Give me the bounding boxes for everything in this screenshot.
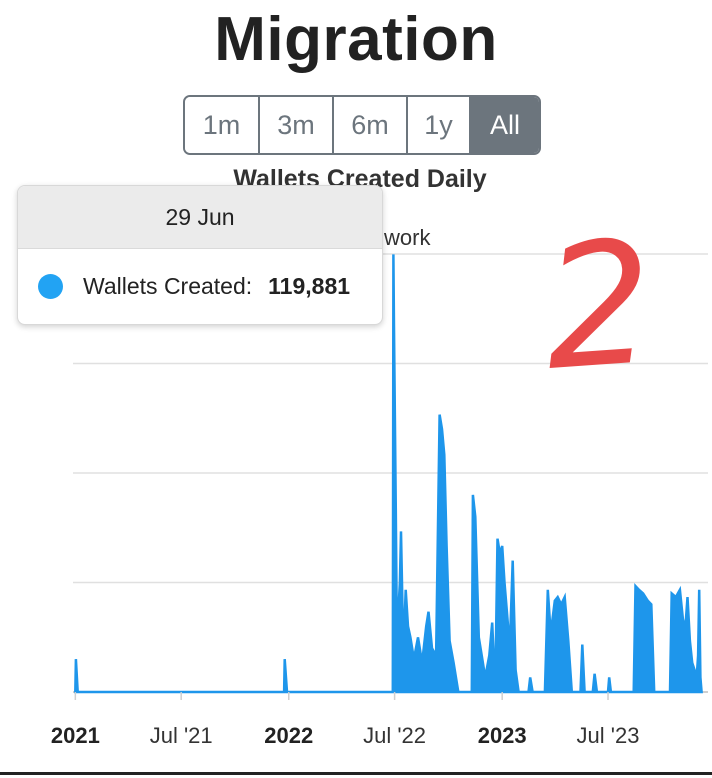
x-tick-label: Jul '22: [363, 723, 426, 748]
x-tick-label: 2021: [51, 723, 100, 748]
chart-tooltip: 29 Jun Wallets Created: 119,881: [17, 185, 383, 325]
series-color-dot: [38, 274, 63, 299]
tooltip-date: 29 Jun: [18, 186, 382, 249]
wallets-chart: work 2021 Jul '21 2022 Jul '22 2023 Jul '23 2: [51, 204, 708, 748]
x-tick-label: 2023: [478, 723, 527, 748]
handwritten-annotation: 2: [538, 204, 660, 409]
tooltip-series-label: Wallets Created:: [83, 273, 253, 299]
bottom-divider: [0, 772, 712, 775]
chart-subtitle: work: [383, 225, 431, 250]
x-tick-label: Jul '21: [150, 723, 213, 748]
x-tick-label: Jul '23: [577, 723, 640, 748]
tooltip-value: 119,881: [268, 273, 351, 299]
x-tick-label: 2022: [264, 723, 313, 748]
